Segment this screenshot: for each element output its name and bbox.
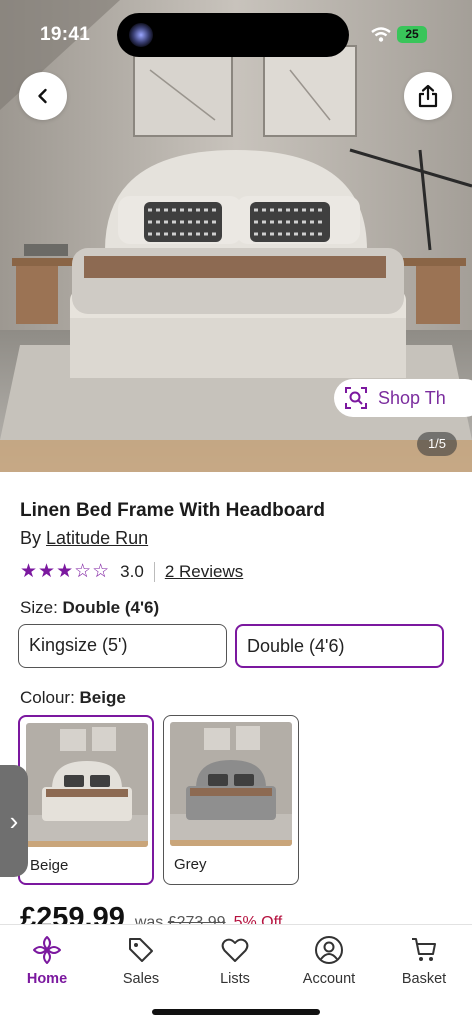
image-counter: 1/5 <box>417 432 457 456</box>
cart-icon <box>412 938 436 961</box>
colour-selected-value: Beige <box>79 688 126 707</box>
colour-option-beige-label: Beige <box>30 857 69 874</box>
share-button[interactable] <box>404 72 452 120</box>
bottom-navigation: Home Sales Lists Account Basket <box>0 924 472 1024</box>
side-drawer-handle[interactable]: › <box>0 765 28 877</box>
shop-the-look-button[interactable]: Shop Th <box>334 379 472 417</box>
status-bar: 19:41 25 <box>0 0 472 70</box>
nav-sales-label: Sales <box>122 971 160 987</box>
nav-sales[interactable]: Sales <box>101 933 181 987</box>
nav-basket[interactable]: Basket <box>384 933 464 987</box>
battery-indicator: 25 <box>397 26 427 43</box>
wifi-icon <box>371 27 391 42</box>
nav-lists-label: Lists <box>220 971 250 987</box>
visual-search-icon <box>345 387 367 409</box>
back-button[interactable] <box>19 72 67 120</box>
star-rating-icon: ★★★☆☆ <box>20 561 111 582</box>
colour-label: Colour: Beige <box>20 688 126 708</box>
heart-icon <box>221 938 249 962</box>
nav-account-label: Account <box>302 971 356 987</box>
account-icon <box>315 936 343 964</box>
nav-lists[interactable]: Lists <box>195 933 275 987</box>
size-option-double[interactable]: Double (4'6) <box>235 624 444 668</box>
nav-account[interactable]: Account <box>289 933 369 987</box>
chevron-right-icon: › <box>9 805 19 836</box>
brand-prefix: By <box>20 528 42 548</box>
brand-line: By Latitude Run <box>20 528 148 549</box>
status-time: 19:41 <box>40 24 91 45</box>
home-icon <box>33 936 61 964</box>
nav-home-label: Home <box>26 971 68 987</box>
rating-value: 3.0 <box>120 561 144 581</box>
size-selected-value: Double (4'6) <box>62 598 160 617</box>
reviews-link[interactable]: 2 Reviews <box>165 562 243 582</box>
size-label: Size: Double (4'6) <box>20 598 159 618</box>
nav-basket-label: Basket <box>401 971 447 987</box>
shop-the-look-label: Shop Th <box>378 387 446 408</box>
colour-label-prefix: Colour: <box>20 688 80 707</box>
tag-icon <box>129 938 153 962</box>
nav-home[interactable]: Home <box>7 933 87 987</box>
product-title: Linen Bed Frame With Headboard <box>20 500 325 521</box>
dynamic-island <box>117 13 349 57</box>
chevron-left-icon <box>38 88 47 104</box>
colour-option-beige[interactable]: Beige <box>18 715 154 885</box>
colour-option-grey[interactable]: Grey <box>163 715 299 885</box>
share-icon <box>418 84 438 108</box>
rating-row: ★★★☆☆ 3.0 2 Reviews <box>20 560 243 583</box>
home-indicator <box>152 1009 320 1015</box>
size-label-prefix: Size: <box>20 598 63 617</box>
colour-option-grey-label: Grey <box>174 856 207 873</box>
camera-indicator-icon <box>129 23 153 47</box>
brand-link[interactable]: Latitude Run <box>46 528 148 548</box>
grey-thumbnail <box>170 722 292 846</box>
size-option-kingsize[interactable]: Kingsize (5') <box>18 624 227 668</box>
rating-divider <box>153 561 155 582</box>
beige-thumbnail <box>26 723 148 847</box>
product-image-carousel[interactable]: 19:41 25 Shop Th 1/5 <box>0 0 472 472</box>
